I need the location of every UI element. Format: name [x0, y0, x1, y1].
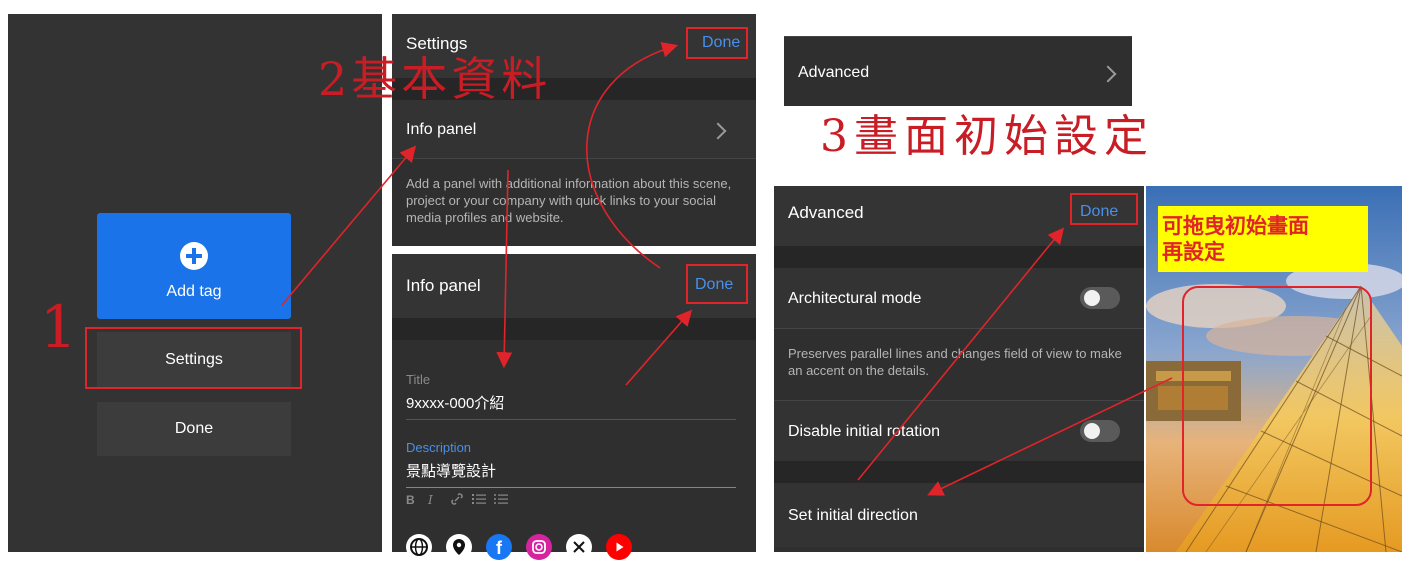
set-initial-direction-label: Set initial direction [788, 507, 918, 524]
row-divider [392, 158, 756, 159]
row-divider [774, 328, 1144, 329]
advanced-row-label: Advanced [798, 64, 870, 81]
plus-circle-icon [179, 241, 209, 271]
add-tag-label: Add tag [166, 283, 222, 300]
advanced-done-highlight [1070, 193, 1138, 225]
panorama-preview[interactable]: 可拖曳初始畫面 再設定 [1146, 186, 1402, 552]
title-field-label: Title [406, 372, 431, 387]
info-panel-title: Info panel [406, 276, 481, 295]
step-3-caption: 3畫面初始設定 [820, 111, 1154, 162]
done-button[interactable]: Done [97, 402, 291, 456]
drag-area-highlight [1182, 286, 1372, 506]
toggle-knob [1084, 423, 1100, 439]
chevron-right-icon [1099, 65, 1117, 83]
text-format-toolbar: B I [406, 492, 606, 512]
architectural-mode-label: Architectural mode [788, 290, 922, 307]
title-field[interactable]: 9xxxx-000介紹 [406, 392, 736, 420]
info-panel-row-label: Info panel [406, 121, 477, 138]
disable-rotation-row[interactable]: Disable initial rotation [774, 401, 1144, 461]
settings-highlight-box [85, 327, 302, 389]
location-pin-icon[interactable] [446, 534, 472, 560]
advanced-panel: Advanced Done Architectural mode Preserv… [774, 186, 1144, 552]
x-icon[interactable] [566, 534, 592, 560]
advanced-row-top-divider [784, 36, 1132, 37]
svg-text:f: f [496, 538, 503, 558]
disable-rotation-label: Disable initial rotation [788, 423, 941, 440]
step-2-caption: 2基本資料 [318, 52, 552, 106]
advanced-strip [774, 246, 1144, 268]
chevron-right-icon [709, 122, 727, 140]
info-panel-strip [392, 318, 756, 340]
info-panel-row[interactable]: Info panel [392, 100, 756, 158]
add-tag-button[interactable]: Add tag [97, 213, 291, 319]
advanced-title: Advanced [788, 203, 864, 222]
youtube-icon[interactable] [606, 534, 632, 560]
advanced-strip-2 [774, 461, 1144, 483]
done-label: Done [174, 420, 214, 437]
architectural-mode-description: Preserves parallel lines and changes fie… [788, 346, 1122, 378]
advanced-row[interactable]: Advanced [784, 36, 1132, 106]
info-panel-description: Add a panel with additional information … [406, 176, 732, 225]
disable-rotation-toggle[interactable] [1080, 420, 1120, 442]
facebook-icon[interactable]: f [486, 534, 512, 560]
bold-button[interactable]: B [406, 493, 415, 507]
info-panel-done-highlight [686, 264, 748, 304]
architectural-mode-toggle[interactable] [1080, 287, 1120, 309]
settings-done-highlight [686, 27, 748, 59]
architectural-mode-row[interactable]: Architectural mode [774, 268, 1144, 328]
numbered-list-icon[interactable] [472, 492, 486, 509]
social-links-row: f [406, 534, 706, 564]
set-initial-direction-row[interactable]: Set initial direction [774, 483, 1144, 547]
step-1-marker: 1 [40, 293, 77, 361]
callout-line-2: 再設定 [1162, 239, 1225, 264]
globe-icon[interactable] [406, 534, 432, 560]
instagram-icon[interactable] [526, 534, 552, 560]
callout-box: 可拖曳初始畫面 再設定 [1158, 206, 1368, 272]
bullet-list-icon[interactable] [494, 492, 508, 509]
link-icon[interactable] [450, 492, 464, 509]
description-field[interactable]: 景點導覽設計 [406, 460, 736, 488]
settings-title: Settings [406, 34, 468, 53]
toggle-knob [1084, 290, 1100, 306]
italic-button[interactable]: I [428, 493, 433, 507]
description-field-label: Description [406, 440, 472, 455]
